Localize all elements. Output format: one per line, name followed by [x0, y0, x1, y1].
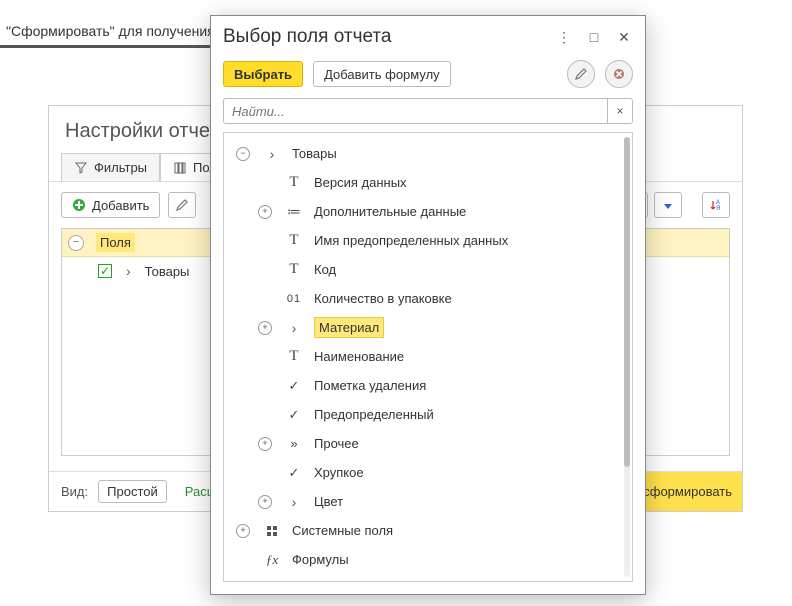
- type-icon: 01: [284, 293, 304, 305]
- checkbox-checked-icon[interactable]: ✓: [98, 264, 112, 278]
- maximize-icon[interactable]: □: [585, 29, 603, 45]
- more-menu-icon[interactable]: ⋮: [555, 29, 573, 46]
- edit-formula-button[interactable]: [567, 60, 595, 88]
- add-button[interactable]: Добавить: [61, 192, 160, 218]
- edit-button[interactable]: [168, 192, 196, 218]
- tree-root-label: Товары: [292, 146, 628, 161]
- tree-scrollbar-thumb[interactable]: [624, 137, 630, 467]
- tree-item-label: Дополнительные данные: [314, 204, 628, 219]
- tree-item-row[interactable]: + Цвет: [228, 487, 628, 516]
- type-icon: [284, 378, 304, 394]
- tree-item-label: Прочее: [314, 436, 628, 451]
- grid-icon: [262, 526, 282, 536]
- tree-item-row[interactable]: T Наименование: [228, 342, 628, 371]
- tree-sys-label: Системные поля: [292, 523, 628, 538]
- tree-root-row[interactable]: − Товары: [228, 139, 628, 168]
- type-icon: T: [284, 232, 304, 249]
- dialog-title: Выбор поля отчета: [223, 26, 391, 48]
- tree-item-label: Наименование: [314, 349, 628, 364]
- tree-item-label: Версия данных: [314, 175, 628, 190]
- expand-icon[interactable]: +: [258, 205, 272, 219]
- svg-text:Я: Я: [716, 206, 720, 212]
- tree-item-label: Хрупкое: [314, 465, 628, 480]
- tree-sys-row[interactable]: + Системные поля: [228, 516, 628, 545]
- tree-item-row[interactable]: T Имя предопределенных данных: [228, 226, 628, 255]
- view-label: Вид:: [61, 484, 88, 499]
- expand-icon[interactable]: +: [258, 321, 272, 335]
- delete-formula-button[interactable]: [605, 60, 633, 88]
- add-formula-label: Добавить формулу: [324, 67, 440, 82]
- type-icon: T: [284, 174, 304, 191]
- tab-filters[interactable]: Фильтры: [61, 153, 160, 181]
- tree-item-label: Имя предопределенных данных: [314, 233, 628, 248]
- fields-root-label: Поля: [96, 233, 135, 252]
- background-hint-text: "Сформировать" для получения: [6, 23, 215, 39]
- close-icon[interactable]: ✕: [615, 29, 633, 46]
- tree-item-row[interactable]: + Материал: [228, 313, 628, 342]
- expand-icon[interactable]: +: [258, 437, 272, 451]
- field-tree: − Товары T Версия данных + Дополнительные д…: [223, 132, 633, 582]
- sort-button[interactable]: AЯ: [702, 192, 730, 218]
- clear-search-icon[interactable]: ×: [607, 98, 633, 124]
- type-icon: [284, 465, 304, 481]
- tab-filters-label: Фильтры: [94, 160, 147, 175]
- tree-item-label: Код: [314, 262, 628, 277]
- tree-item-label: Материал: [314, 320, 628, 335]
- type-icon: T: [284, 261, 304, 278]
- tree-formulas-label: Формулы: [292, 552, 628, 567]
- tree-item-row[interactable]: Пометка удаления: [228, 371, 628, 400]
- tree-item-row[interactable]: + Дополнительные данные: [228, 197, 628, 226]
- tree-item-row[interactable]: Предопределенный: [228, 400, 628, 429]
- collapse-icon[interactable]: −: [68, 235, 84, 251]
- type-icon: T: [284, 348, 304, 365]
- type-icon: [284, 203, 304, 220]
- chevron-right-icon: [126, 263, 131, 279]
- tree-item-row[interactable]: 01 Количество в упаковке: [228, 284, 628, 313]
- tree-formulas-row[interactable]: ƒx Формулы: [228, 545, 628, 574]
- type-icon: [284, 494, 304, 510]
- type-icon: [284, 320, 304, 336]
- field-item-label: Товары: [145, 264, 190, 279]
- tree-item-label: Цвет: [314, 494, 628, 509]
- search-input[interactable]: [223, 98, 607, 124]
- tree-item-label: Пометка удаления: [314, 378, 628, 393]
- type-icon: [284, 436, 304, 451]
- add-button-label: Добавить: [92, 198, 149, 213]
- select-button[interactable]: Выбрать: [223, 61, 303, 87]
- fx-icon: ƒx: [262, 552, 282, 568]
- plus-circle-icon: [72, 198, 86, 212]
- dialog-toolbar: Выбрать Добавить формулу: [211, 54, 645, 94]
- dialog-titlebar: Выбор поля отчета ⋮ □ ✕: [211, 16, 645, 54]
- tree-item-row[interactable]: T Код: [228, 255, 628, 284]
- dialog-search: ×: [211, 94, 645, 132]
- tree-item-label: Предопределенный: [314, 407, 628, 422]
- type-icon: [284, 407, 304, 423]
- collapse-icon[interactable]: −: [236, 147, 250, 161]
- expand-icon[interactable]: +: [258, 495, 272, 509]
- select-button-label: Выбрать: [234, 67, 292, 82]
- columns-icon: [173, 161, 187, 175]
- tree-item-label: Количество в упаковке: [314, 291, 628, 306]
- move-down-button[interactable]: [654, 192, 682, 218]
- expand-icon[interactable]: +: [236, 524, 250, 538]
- field-picker-dialog: Выбор поля отчета ⋮ □ ✕ Выбрать Добавить…: [210, 15, 646, 595]
- tree-item-row[interactable]: Хрупкое: [228, 458, 628, 487]
- add-formula-button[interactable]: Добавить формулу: [313, 61, 451, 87]
- view-mode-simple[interactable]: Простой: [98, 480, 167, 503]
- tree-item-row[interactable]: + Прочее: [228, 429, 628, 458]
- funnel-icon: [74, 161, 88, 175]
- chevron-right-icon: [262, 146, 282, 162]
- tree-item-row[interactable]: T Версия данных: [228, 168, 628, 197]
